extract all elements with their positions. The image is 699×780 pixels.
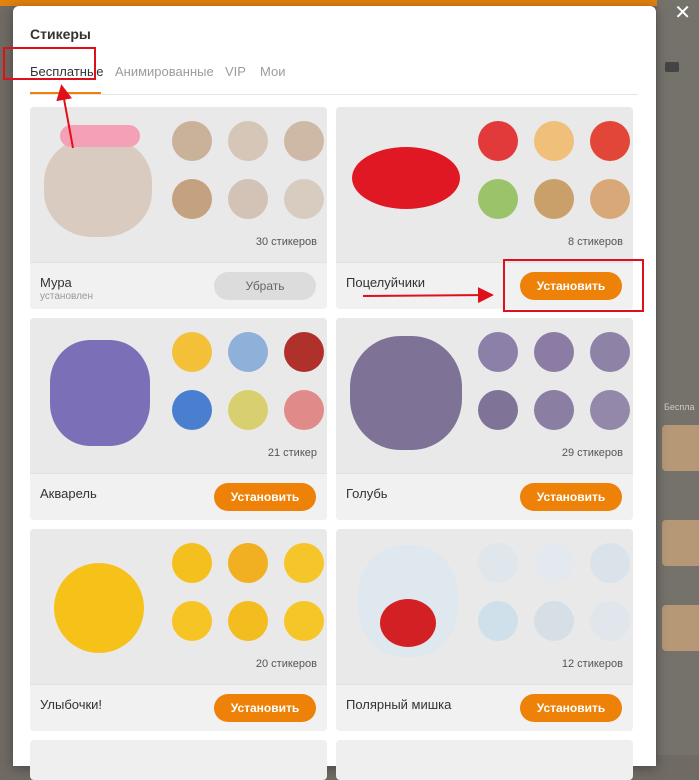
stickers-modal: Стикеры Бесплатные Анимированные VIP Мои… (13, 6, 656, 780)
sticker-thumb (284, 601, 324, 641)
pack-name: Мура (40, 275, 72, 290)
sticker-thumb (172, 390, 212, 430)
background-sticker (662, 425, 699, 471)
sticker-thumb (590, 121, 630, 161)
install-button[interactable]: Установить (214, 483, 316, 511)
cat-sticker-icon (44, 137, 152, 237)
sticker-thumb (590, 332, 630, 372)
tab-vip[interactable]: VIP (225, 64, 246, 79)
sticker-thumb (172, 179, 212, 219)
pack-card-pigeon[interactable]: 29 стикеров Голубь Установить (336, 318, 633, 520)
background-label: Беспла (664, 402, 695, 412)
sticker-thumb (590, 179, 630, 219)
sticker-thumb (172, 332, 212, 372)
tab-animated[interactable]: Анимированные (115, 64, 214, 79)
sticker-thumb (284, 332, 324, 372)
sticker-thumb (172, 601, 212, 641)
close-icon[interactable]: ✕ (674, 3, 691, 23)
tab-mine[interactable]: Мои (260, 64, 285, 79)
sticker-thumb (172, 543, 212, 583)
sticker-thumb (228, 179, 268, 219)
pack-status: установлен (40, 291, 94, 302)
sticker-thumb (534, 601, 574, 641)
sticker-thumb (478, 121, 518, 161)
sticker-thumb (534, 390, 574, 430)
sticker-count: 21 стикер (267, 447, 317, 459)
pack-name: Улыбочки! (40, 697, 103, 712)
sticker-thumb (228, 543, 268, 583)
sticker-thumb (478, 332, 518, 372)
sticker-thumb (590, 601, 630, 641)
sticker-thumb (228, 121, 268, 161)
background-sticker (662, 605, 699, 651)
install-button[interactable]: Установить (520, 694, 622, 722)
pack-card-partial[interactable] (336, 740, 633, 780)
sticker-thumb (478, 601, 518, 641)
annotation-box (503, 259, 644, 312)
pigeon-sticker-icon (350, 336, 462, 450)
pack-name: Поцелуйчики (346, 275, 426, 290)
pack-name: Полярный мишка (346, 697, 452, 712)
pack-name: Акварель (40, 486, 97, 501)
sticker-thumb (228, 390, 268, 430)
sticker-count: 29 стикеров (561, 447, 623, 459)
background-sticker (662, 520, 699, 566)
sticker-thumb (534, 543, 574, 583)
modal-title: Стикеры (30, 26, 91, 42)
sticker-count: 30 стикеров (255, 236, 317, 248)
sticker-thumb (284, 121, 324, 161)
sticker-thumb (172, 121, 212, 161)
install-button[interactable]: Установить (520, 483, 622, 511)
annotation-box (3, 47, 96, 80)
lips-sticker-icon (352, 147, 460, 209)
remove-button[interactable]: Убрать (214, 272, 316, 300)
sticker-thumb (534, 332, 574, 372)
pack-card-polar-bear[interactable]: 12 стикеров Полярный мишка Установить (336, 529, 633, 731)
pack-card-watercolor[interactable]: 21 стикер Акварель Установить (30, 318, 327, 520)
sticker-thumb (478, 179, 518, 219)
sticker-count: 12 стикеров (561, 658, 623, 670)
pack-card-smiles[interactable]: 20 стикеров Улыбочки! Установить (30, 529, 327, 731)
pack-card-partial[interactable] (30, 740, 327, 780)
camera-icon (665, 62, 679, 72)
sticker-thumb (478, 390, 518, 430)
sticker-thumb (228, 601, 268, 641)
sticker-thumb (284, 543, 324, 583)
sticker-thumb (228, 332, 268, 372)
pack-name: Голубь (346, 486, 388, 501)
sticker-thumb (284, 390, 324, 430)
smiley-sticker-icon (54, 563, 144, 653)
sticker-thumb (590, 390, 630, 430)
heart-banner-icon (60, 125, 140, 147)
heart-icon (380, 599, 436, 647)
sticker-thumb (534, 121, 574, 161)
sticker-thumb (590, 543, 630, 583)
sticker-count: 20 стикеров (255, 658, 317, 670)
sticker-thumb (534, 179, 574, 219)
install-button[interactable]: Установить (214, 694, 316, 722)
tabs-divider (30, 94, 638, 95)
pack-card-mura[interactable]: 30 стикеров Мура установлен Убрать (30, 107, 327, 309)
sticker-thumb (478, 543, 518, 583)
sticker-thumb (284, 179, 324, 219)
sticker-count: 8 стикеров (568, 236, 623, 248)
cup-sticker-icon (50, 340, 150, 446)
